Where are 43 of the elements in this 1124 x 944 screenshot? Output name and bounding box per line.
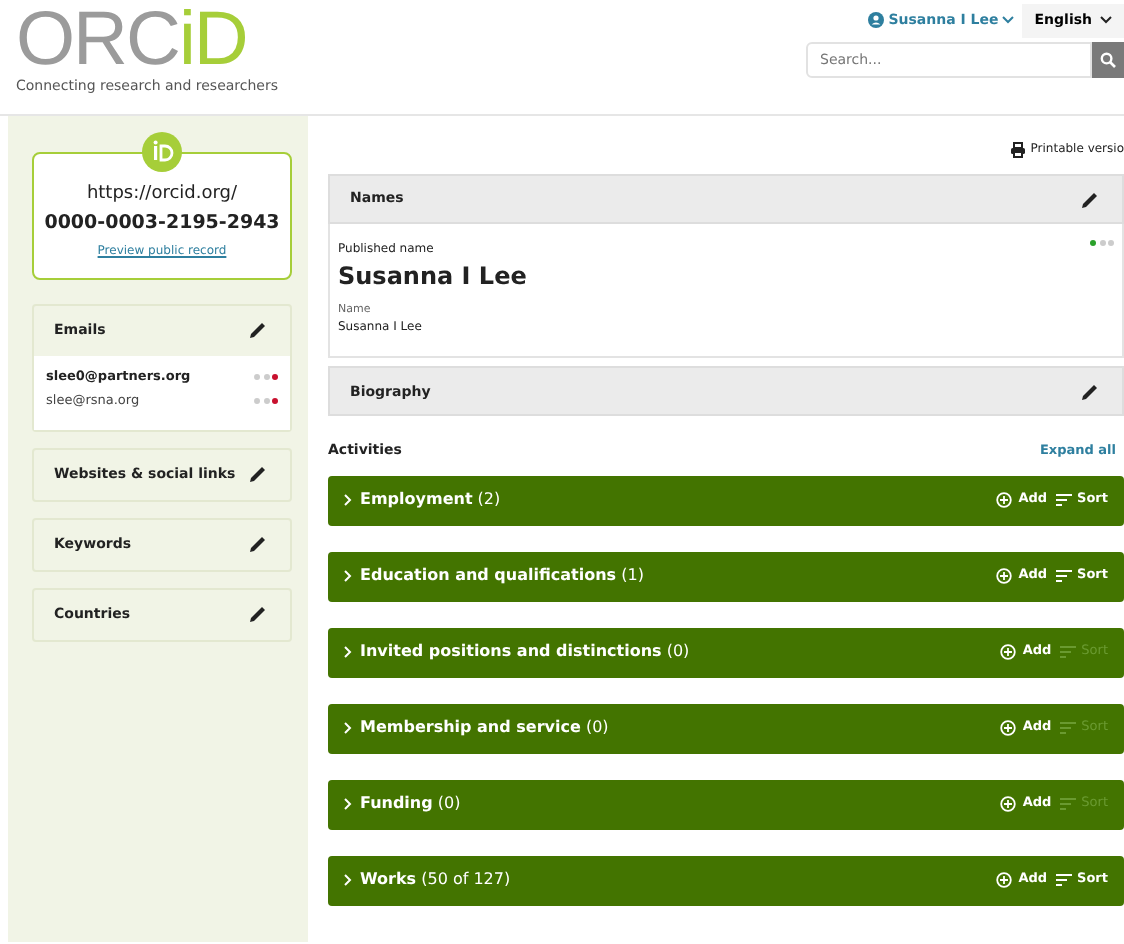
plus-circle-icon: [996, 568, 1013, 585]
plus-circle-icon: [996, 492, 1013, 509]
plus-circle-icon: [1000, 644, 1017, 661]
user-icon: [868, 12, 885, 29]
chevron-right-icon: [344, 570, 352, 583]
edit-icon[interactable]: [246, 532, 270, 557]
sort-icon: [1059, 798, 1076, 811]
section-title: Invited positions and distinctions (0): [360, 640, 690, 665]
chevron-right-icon: [344, 722, 352, 735]
sort-icon: [1055, 494, 1072, 507]
visibility-indicator[interactable]: [1087, 240, 1114, 246]
edit-icon[interactable]: [246, 602, 270, 627]
chevron-right-icon: [344, 646, 352, 659]
plus-circle-icon: [996, 872, 1013, 889]
section-title: Education and qualifications (1): [360, 564, 644, 589]
sort-icon: [1055, 570, 1072, 583]
section-title: Funding (0): [360, 792, 461, 817]
chevron-right-icon: [344, 494, 352, 507]
published-name: Susanna I Lee: [338, 260, 527, 294]
edit-icon[interactable]: [1078, 187, 1102, 211]
plus-circle-icon: [1000, 720, 1017, 737]
section-title: Membership and service (0): [360, 716, 609, 741]
edit-icon[interactable]: [246, 462, 270, 487]
edit-icon[interactable]: [1078, 379, 1102, 404]
orcid-url: https://orcid.org/: [84, 182, 240, 208]
visibility-indicator[interactable]: [251, 398, 278, 405]
section-title: Works (50 of 127): [360, 868, 511, 893]
sort-icon: [1059, 722, 1076, 735]
chevron-down-icon: [1100, 16, 1112, 25]
plus-circle-icon: [1000, 796, 1017, 813]
chevron-down-icon: [1002, 16, 1015, 25]
visibility-indicator[interactable]: [251, 374, 278, 381]
orcid-id: 0000-0003-2195-2943: [42, 209, 282, 237]
chevron-right-icon: [344, 874, 352, 887]
sort-icon: [1055, 874, 1072, 887]
printer-icon: [1010, 141, 1027, 157]
sort-icon: [1059, 646, 1076, 659]
search-button[interactable]: [1092, 41, 1124, 77]
logo: ORCiD: [16, 4, 247, 76]
search-icon: [1100, 51, 1116, 67]
edit-icon[interactable]: [246, 318, 270, 343]
section-title: Employment (2): [360, 488, 501, 513]
chevron-right-icon: [344, 798, 352, 811]
